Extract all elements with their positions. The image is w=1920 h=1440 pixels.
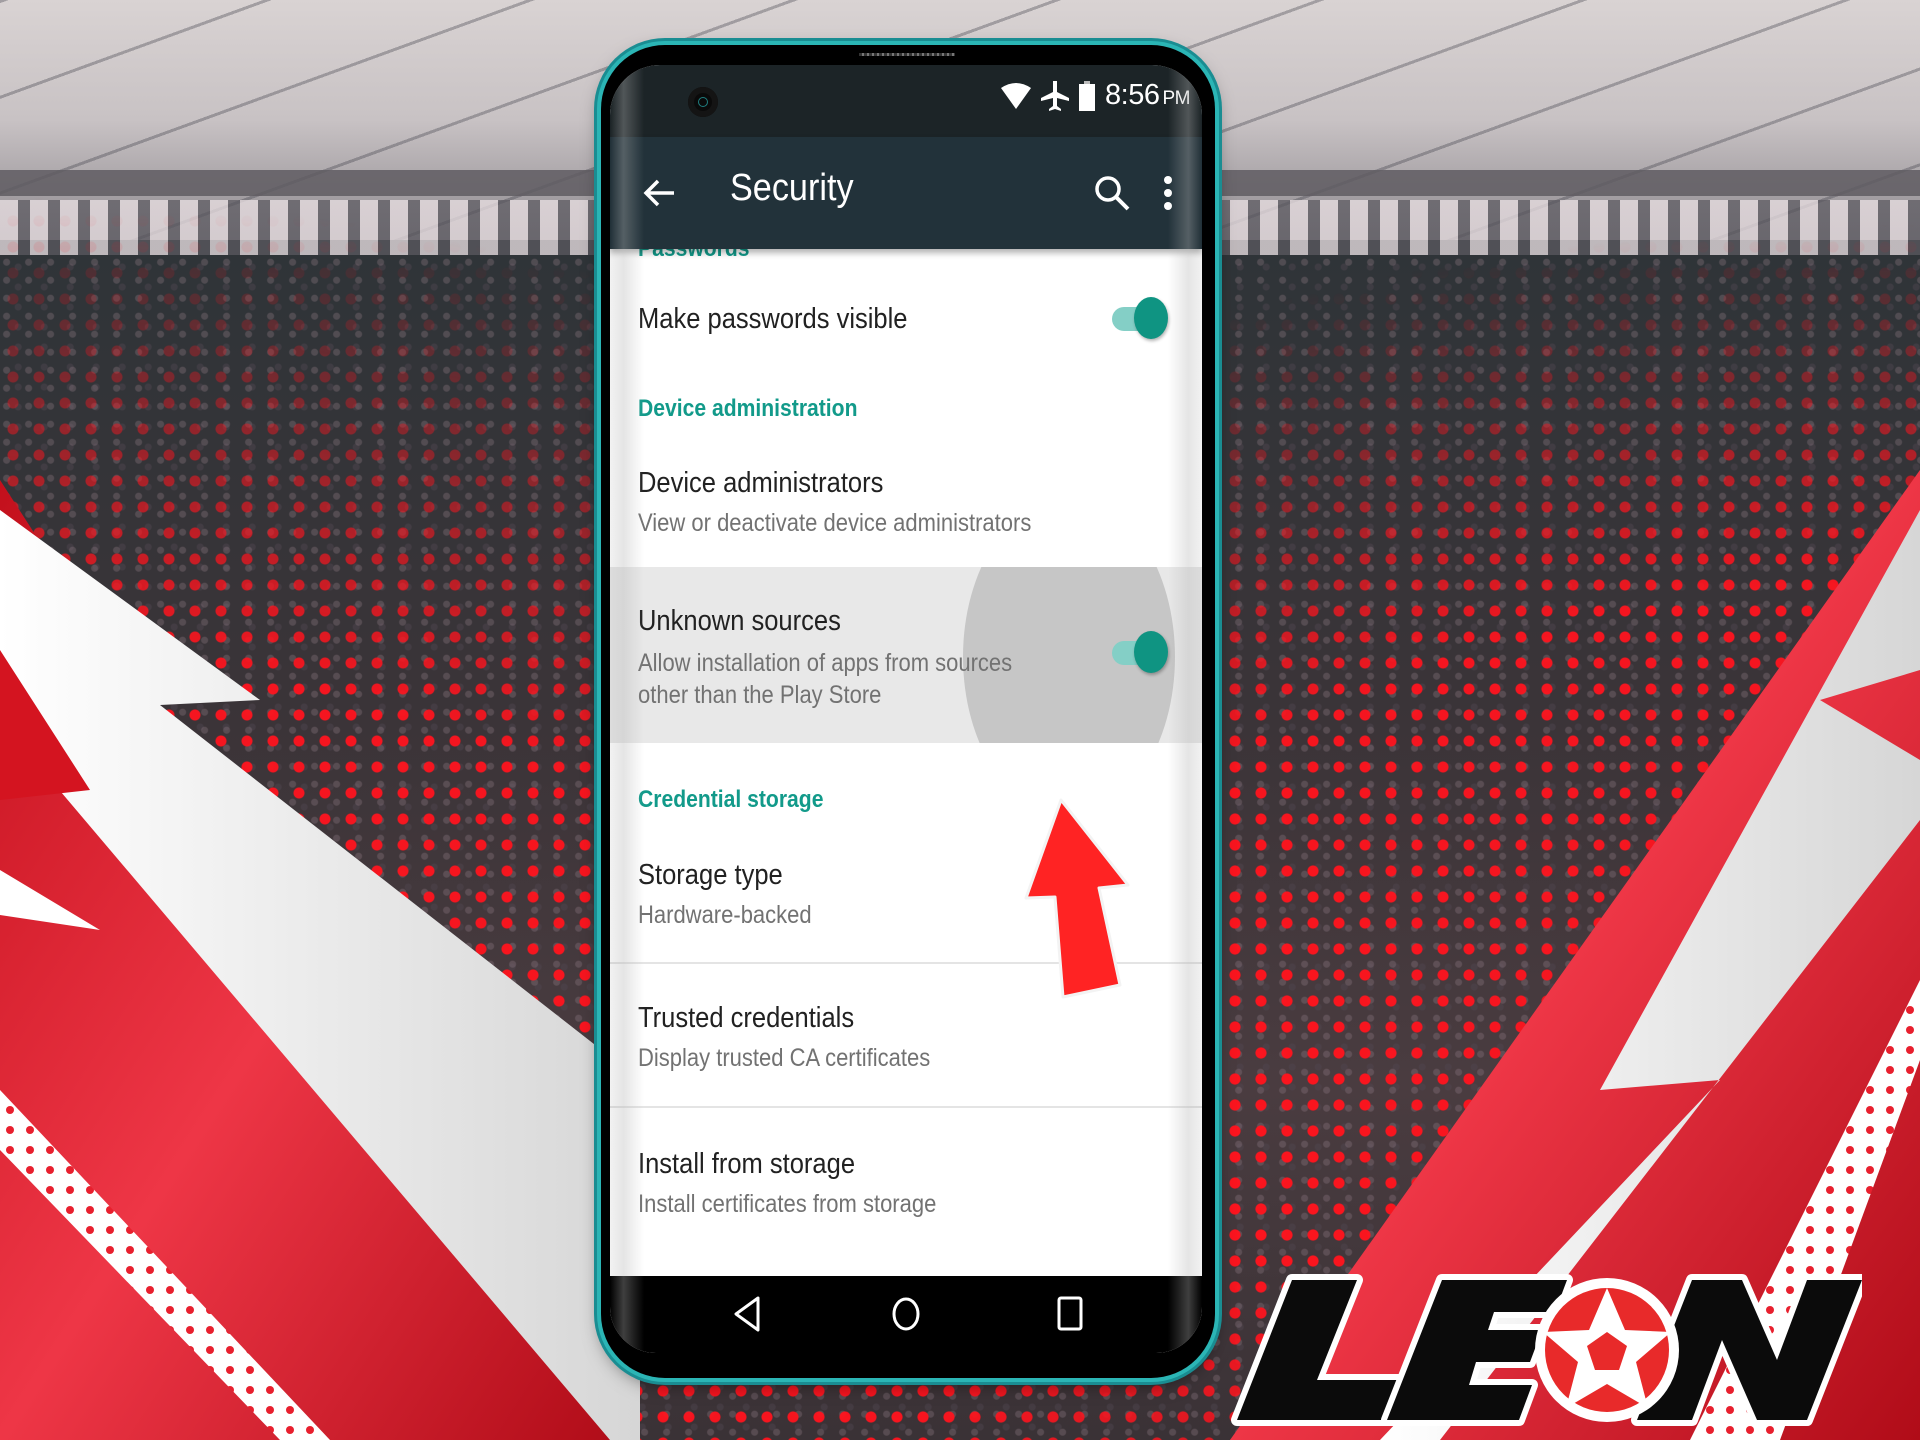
search-icon[interactable] (1092, 173, 1132, 213)
arrow-up-icon (1024, 798, 1130, 999)
logo-ball-icon (1535, 1278, 1679, 1422)
app-toolbar: Security (610, 137, 1202, 249)
leon-logo (1231, 1274, 1862, 1426)
page-title: Security (730, 167, 854, 209)
logo-letter-l (1231, 1274, 1413, 1426)
more-options-icon[interactable] (1158, 173, 1178, 213)
back-arrow-icon[interactable] (640, 173, 680, 213)
